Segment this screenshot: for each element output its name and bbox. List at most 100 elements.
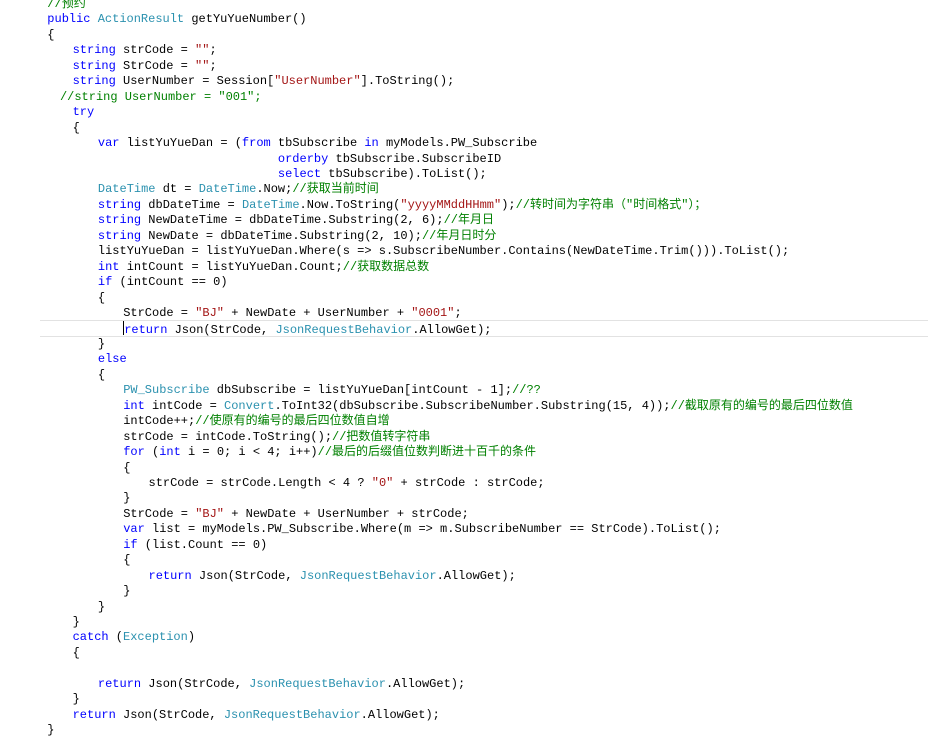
code-line[interactable]: PW_Subscribe dbSubscribe = listYuYueDan[… [123, 382, 541, 398]
code-token: return [97, 676, 142, 691]
code-line[interactable]: { [123, 552, 130, 568]
code-token: intCount = listYuYueDan.Count; [119, 259, 343, 274]
code-line[interactable]: string dbDateTime = DateTime.Now.ToStrin… [98, 197, 707, 213]
code-line[interactable]: if (list.Count == 0) [123, 537, 267, 553]
code-token: .Now.ToString( [299, 197, 401, 212]
code-line[interactable]: return Json(StrCode, JsonRequestBehavior… [149, 568, 516, 584]
code-line[interactable]: } [73, 691, 80, 707]
code-token: } [47, 723, 55, 738]
code-token: else [97, 352, 127, 367]
code-token: if [97, 275, 113, 290]
code-token: tbSubscribe).ToList(); [321, 166, 487, 181]
code-token: { [123, 553, 131, 568]
code-token: string [97, 197, 142, 212]
code-token: { [72, 120, 80, 135]
code-token: Json(StrCode, [191, 568, 300, 583]
code-line[interactable]: select tbSubscribe).ToList(); [278, 166, 487, 182]
code-token: return [72, 707, 116, 722]
code-token: JsonRequestBehavior [249, 676, 386, 691]
code-line[interactable]: string UserNumber = Session["UserNumber"… [73, 73, 455, 89]
code-line[interactable]: } [98, 599, 105, 615]
code-line[interactable]: try [73, 104, 95, 120]
code-token: ].ToString(); [360, 74, 455, 89]
code-token: } [97, 599, 106, 614]
code-token: //转时间为字符串（"时间格式"）； [515, 197, 707, 212]
code-token: } [123, 491, 131, 506]
code-line[interactable]: if (intCount == 0) [98, 274, 228, 290]
code-token: ; [209, 58, 217, 73]
code-token: getYuYueNumber() [184, 12, 307, 27]
code-line[interactable]: { [98, 290, 105, 306]
code-token: select [277, 166, 322, 181]
code-token: dt = [155, 182, 199, 197]
code-line[interactable]: return Json(StrCode, JsonRequestBehavior… [40, 320, 928, 338]
code-token: DateTime [97, 182, 156, 197]
code-line[interactable]: public ActionResult getYuYueNumber() [47, 11, 306, 27]
code-line[interactable]: string NewDateTime = dbDateTime.Substrin… [98, 212, 494, 228]
code-token: { [97, 290, 106, 305]
code-line[interactable]: { [98, 367, 105, 383]
code-token: StrCode = [123, 306, 196, 320]
code-token: catch [72, 630, 109, 645]
code-line[interactable]: intCode++;//使原有的编号的最后四位数值自增 [123, 413, 389, 429]
code-token: "yyyyMMddHHmm" [400, 197, 502, 212]
code-token: var [97, 136, 120, 151]
code-line[interactable]: { [47, 27, 54, 43]
code-line[interactable]: { [73, 645, 80, 661]
code-token: Exception [123, 630, 188, 645]
code-line[interactable]: //预约 [47, 0, 85, 12]
code-line[interactable]: var list = myModels.PW_Subscribe.Where(m… [123, 521, 721, 537]
code-line[interactable]: { [123, 460, 130, 476]
code-token: ( [144, 445, 160, 460]
code-token: .AllowGet); [412, 323, 492, 338]
code-line[interactable]: } [47, 722, 54, 738]
code-token: (intCount == 0) [112, 275, 228, 290]
code-token: //使原有的编号的最后四位数值自增 [195, 414, 390, 429]
code-token: StrCode = [115, 58, 196, 73]
code-line[interactable]: strCode = intCode.ToString();//把数值转字符串 [123, 429, 430, 445]
code-token: tbSubscribe [270, 136, 365, 151]
code-line[interactable]: string strCode = ""; [73, 42, 217, 58]
code-line[interactable]: { [73, 120, 80, 136]
code-token: ; [454, 306, 462, 320]
code-line[interactable]: return Json(StrCode, JsonRequestBehavior… [73, 707, 440, 723]
code-line[interactable]: strCode = strCode.Length < 4 ? "0" + str… [149, 475, 545, 491]
code-line[interactable]: //string UserNumber = "001"; [60, 89, 262, 105]
code-token: var [123, 522, 145, 537]
code-line[interactable]: DateTime dt = DateTime.Now;//获取当前时间 [98, 181, 379, 197]
code-token: orderby [277, 151, 329, 166]
code-token: return [124, 323, 168, 338]
code-line[interactable]: listYuYueDan = listYuYueDan.Where(s => s… [98, 243, 789, 259]
code-token: for [123, 445, 145, 460]
code-line[interactable]: orderby tbSubscribe.SubscribeID [278, 151, 501, 167]
code-line[interactable]: } [73, 614, 80, 630]
code-token: } [123, 584, 131, 599]
code-line[interactable]: } [123, 583, 130, 599]
code-line[interactable]: StrCode = "BJ" + NewDate + UserNumber + … [123, 305, 461, 321]
code-token: if [123, 537, 138, 552]
code-line[interactable]: string StrCode = ""; [73, 58, 217, 74]
code-token: string [72, 74, 116, 89]
code-line[interactable]: StrCode = "BJ" + NewDate + UserNumber + … [123, 506, 469, 522]
code-line[interactable]: } [98, 336, 105, 352]
code-line[interactable]: var listYuYueDan = (from tbSubscribe in … [98, 135, 537, 151]
code-token: in [364, 136, 379, 151]
code-token: strCode = strCode.Length < 4 ? [148, 475, 372, 490]
code-line[interactable]: int intCode = Convert.ToInt32(dbSubscrib… [123, 398, 853, 414]
code-token: public [47, 12, 91, 27]
code-line[interactable]: return Json(StrCode, JsonRequestBehavior… [98, 676, 465, 692]
code-line[interactable]: for (int i = 0; i < 4; i++)//最后的后缀值位数判断进… [123, 444, 536, 460]
code-token: { [123, 460, 131, 475]
code-token: (list.Count == 0) [137, 537, 268, 552]
code-line[interactable]: else [98, 351, 127, 367]
code-editor[interactable]: //预约 public ActionResult getYuYueNumber()… [0, 0, 928, 739]
code-line[interactable]: catch (Exception) [73, 629, 195, 645]
code-token: //把数值转字符串 [332, 429, 431, 444]
code-line[interactable]: } [123, 490, 130, 506]
code-token: + NewDate + UserNumber + strCode; [224, 506, 469, 521]
code-line[interactable]: string NewDate = dbDateTime.Substring(2,… [98, 228, 496, 244]
code-line[interactable]: int intCount = listYuYueDan.Count;//获取数据… [98, 259, 429, 275]
code-token: //获取数据总数 [342, 259, 430, 274]
code-token: StrCode = [123, 506, 196, 521]
code-token: string [97, 213, 142, 228]
